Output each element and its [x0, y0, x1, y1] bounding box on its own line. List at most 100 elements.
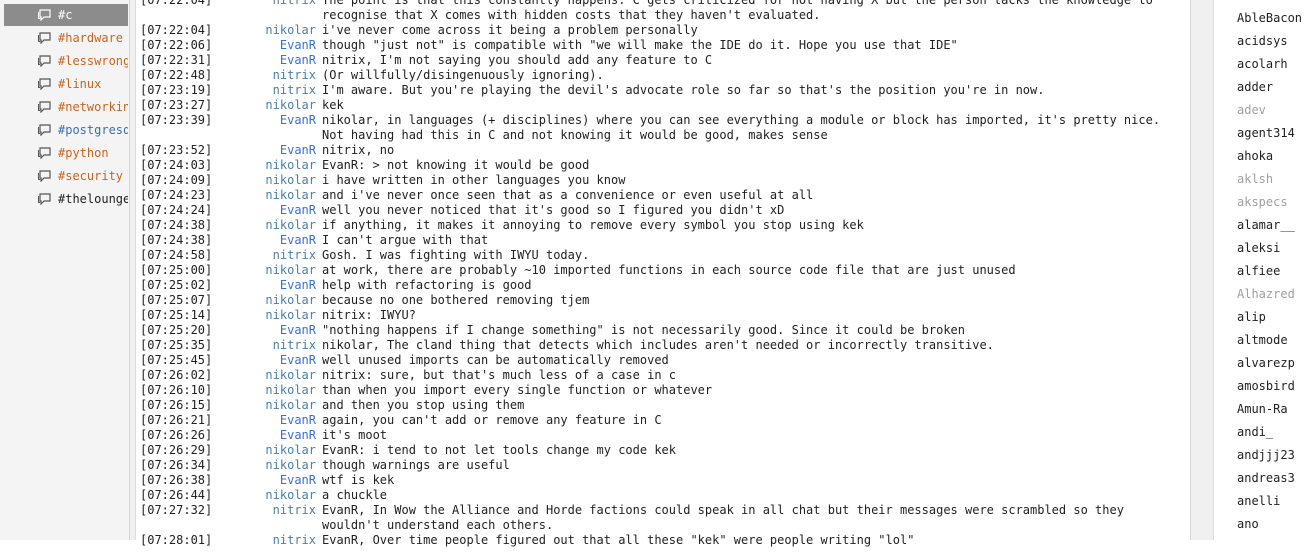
message-nick[interactable]: nikolar	[220, 368, 322, 383]
message-nick[interactable]: EvanR	[220, 413, 322, 428]
message-nick[interactable]: EvanR	[220, 473, 322, 488]
chat-message: [07:22:48] nitrix (Or willfully/disingenuo…	[136, 68, 1186, 83]
message-nick[interactable]: nikolar	[220, 263, 322, 278]
message-nick[interactable]: nikolar	[220, 443, 322, 458]
chat-message: [07:22:06] EvanR though "just not" is comp…	[136, 38, 1186, 53]
user-list-item[interactable]: adder	[1237, 80, 1273, 95]
chat-message: [07:26:15] nikolar and then you stop using…	[136, 398, 1186, 413]
chat-message: [07:25:20] EvanR "nothing happens if I cha…	[136, 323, 1186, 338]
user-list-item[interactable]: ahoka	[1237, 149, 1273, 164]
message-text: EvanR: > not knowing it would be good	[322, 158, 590, 172]
message-text: kek	[322, 98, 344, 112]
user-list-item[interactable]: altmode	[1237, 333, 1288, 348]
message-timestamp: [07:25:35]	[140, 338, 213, 352]
message-nick[interactable]: nikolar	[220, 488, 322, 503]
message-nick[interactable]: EvanR	[220, 278, 322, 293]
message-nick[interactable]: nitrix	[220, 68, 322, 83]
channel-item[interactable]: #security	[4, 165, 128, 187]
channel-item[interactable]: #lesswrong	[4, 50, 128, 72]
channel-item[interactable]: #python	[4, 142, 128, 164]
message-timestamp: [07:22:31]	[140, 53, 213, 67]
message-nick[interactable]: nikolar	[220, 383, 322, 398]
message-nick[interactable]: EvanR	[220, 203, 322, 218]
message-nick[interactable]: EvanR	[220, 323, 322, 338]
message-nick[interactable]: EvanR	[220, 53, 322, 68]
message-timestamp: [07:25:45]	[140, 353, 213, 367]
user-list-item[interactable]: anelli	[1237, 494, 1280, 509]
user-list-item[interactable]: alvarezp	[1237, 356, 1295, 371]
message-text: nitrix, I'm not saying you should add an…	[322, 53, 713, 67]
chat-scrollbar[interactable]	[1190, 0, 1214, 540]
channel-item[interactable]: #postgresql	[4, 119, 128, 141]
user-list-item[interactable]: andi_	[1237, 425, 1273, 440]
message-nick[interactable]: EvanR	[220, 143, 322, 158]
message-nick[interactable]: nikolar	[220, 158, 322, 173]
message-nick[interactable]: nitrix	[220, 83, 322, 98]
chat-bubble-icon	[38, 78, 51, 90]
message-nick[interactable]: nitrix	[220, 533, 322, 548]
message-timestamp: [07:26:21]	[140, 413, 213, 427]
message-nick[interactable]: EvanR	[220, 113, 322, 143]
message-nick[interactable]: EvanR	[220, 428, 322, 443]
message-nick[interactable]: nikolar	[220, 98, 322, 113]
channel-name: #networking	[58, 100, 128, 114]
message-nick[interactable]: nikolar	[220, 173, 322, 188]
user-list-item[interactable]: alfiee	[1237, 264, 1280, 279]
user-list-item[interactable]: Amun-Ra	[1237, 402, 1288, 417]
message-nick[interactable]: nikolar	[220, 398, 322, 413]
user-list-item[interactable]: amosbird	[1237, 379, 1295, 394]
user-list-item[interactable]: ano	[1237, 517, 1259, 532]
message-timestamp: [07:26:15]	[140, 398, 213, 412]
message-timestamp: [07:25:07]	[140, 293, 213, 307]
channel-name: #thelounge	[58, 192, 128, 206]
message-nick[interactable]: nitrix	[220, 338, 322, 353]
chat-message: [07:24:24] EvanR well you never noticed th…	[136, 203, 1186, 218]
user-list-item[interactable]: andreas3	[1237, 471, 1295, 486]
message-nick[interactable]: nikolar	[220, 293, 322, 308]
chat-bubble-icon	[38, 170, 51, 182]
chat-message: [07:22:04] nitrix The point is that this c…	[136, 0, 1186, 23]
message-nick[interactable]: nitrix	[220, 248, 322, 263]
channel-item[interactable]: #networking	[4, 96, 128, 118]
channel-name: #lesswrong	[58, 54, 128, 68]
message-nick[interactable]: nikolar	[220, 23, 322, 38]
message-nick[interactable]: EvanR	[220, 233, 322, 248]
message-timestamp: [07:26:02]	[140, 368, 213, 382]
user-list-item[interactable]: adev	[1237, 103, 1266, 118]
message-nick[interactable]: nikolar	[220, 218, 322, 233]
channel-item[interactable]: #hardware	[4, 27, 128, 49]
user-list-item[interactable]: alamar__	[1237, 218, 1295, 233]
message-nick[interactable]: nitrix	[220, 503, 322, 533]
user-list-item[interactable]: AbleBacon	[1237, 11, 1302, 26]
channel-item[interactable]: #thelounge	[4, 188, 128, 210]
message-nick[interactable]: nikolar	[220, 308, 322, 323]
message-nick[interactable]: nikolar	[220, 188, 322, 203]
channel-name: #linux	[58, 77, 102, 91]
channel-item[interactable]: #c	[4, 4, 128, 26]
message-text: i have written in other languages you kn…	[322, 173, 626, 187]
message-timestamp: [07:27:32]	[140, 503, 213, 517]
chat-message: [07:26:21] EvanR again, you can't add or r…	[136, 413, 1186, 428]
user-list-item[interactable]: agent314	[1237, 126, 1295, 141]
user-list-item[interactable]: alip	[1237, 310, 1266, 325]
chat-message: [07:28:01] nitrix EvanR, Over time people …	[136, 533, 1186, 548]
message-nick[interactable]: nikolar	[220, 458, 322, 473]
message-timestamp: [07:26:44]	[140, 488, 213, 502]
user-list-item[interactable]: Alhazred	[1237, 287, 1295, 302]
chat-message: [07:26:02] nikolar nitrix: sure, but that'…	[136, 368, 1186, 383]
message-nick[interactable]: EvanR	[220, 353, 322, 368]
user-list-item[interactable]: acidsys	[1237, 34, 1288, 49]
channel-item[interactable]: #linux	[4, 73, 128, 95]
chat-bubble-icon	[38, 147, 51, 159]
message-nick[interactable]: EvanR	[220, 38, 322, 53]
message-text: nikolar, The cland thing that detects wh…	[322, 338, 994, 352]
user-list-item[interactable]: andjjj23	[1237, 448, 1295, 463]
user-list-item[interactable]: acolarh	[1237, 57, 1288, 72]
message-nick[interactable]: nitrix	[220, 0, 322, 23]
user-list-item[interactable]: aklsh	[1237, 172, 1273, 187]
user-list-item[interactable]: akspecs	[1237, 195, 1288, 210]
chat-message: [07:24:38] nikolar if anything, it makes i…	[136, 218, 1186, 233]
message-timestamp: [07:22:06]	[140, 38, 213, 52]
user-list-item[interactable]: aleksi	[1237, 241, 1280, 256]
message-text: EvanR, Over time people figured out that…	[322, 533, 915, 547]
